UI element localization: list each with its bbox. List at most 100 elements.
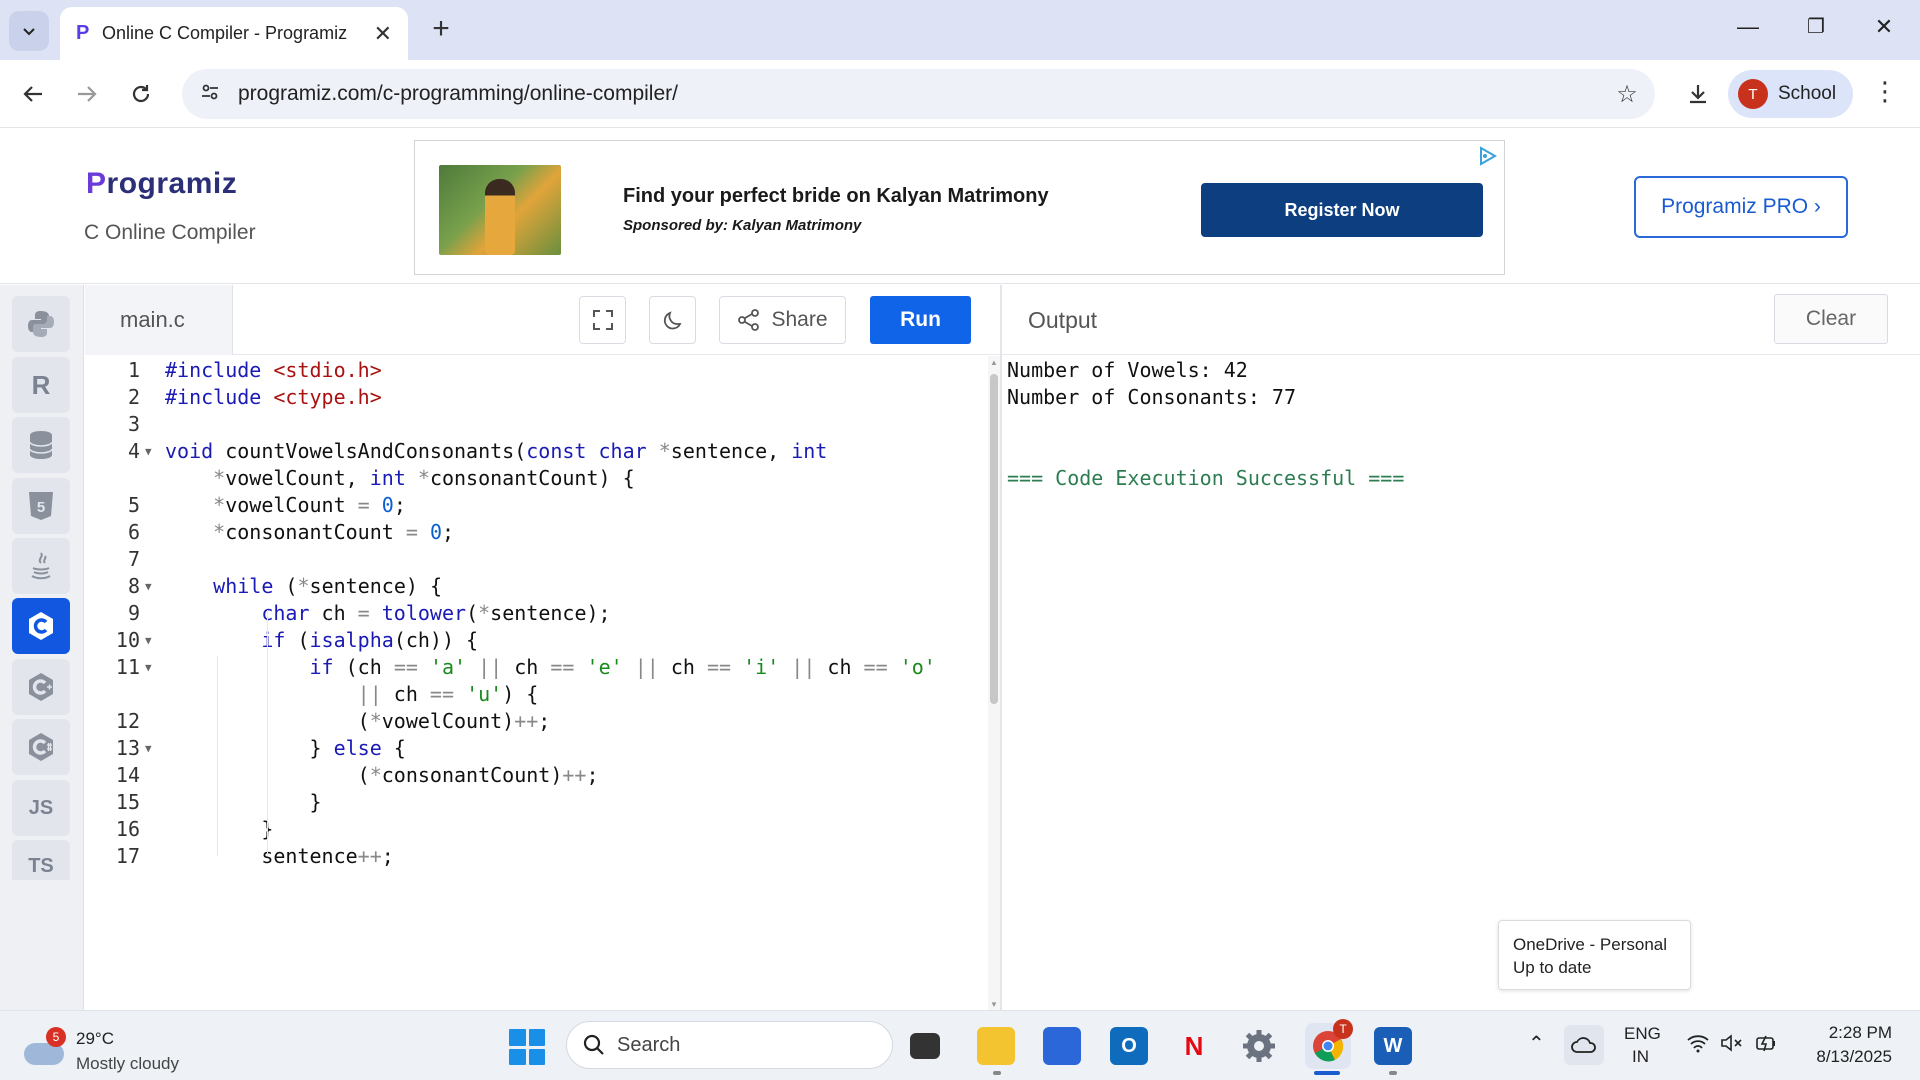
temperature: 29°C xyxy=(76,1029,114,1048)
scrollbar-thumb[interactable] xyxy=(990,374,998,704)
volume-muted-icon[interactable] xyxy=(1720,1033,1744,1058)
site-info-icon[interactable] xyxy=(182,82,238,107)
arrow-right-icon xyxy=(78,86,97,102)
code-line[interactable]: (*consonantCount)++; xyxy=(165,763,599,787)
code-line[interactable]: *vowelCount, int *consonantCount) { xyxy=(165,466,634,490)
line-number: 8 xyxy=(127,574,140,598)
bookmark-star-icon[interactable]: ☆ xyxy=(1599,80,1655,109)
minimize-button[interactable]: — xyxy=(1728,14,1768,40)
file-explorer-icon[interactable] xyxy=(977,1027,1015,1065)
csharp-icon xyxy=(29,733,53,761)
code-line[interactable]: } xyxy=(165,790,321,814)
lang-html[interactable]: 5 xyxy=(12,478,70,534)
wifi-icon[interactable] xyxy=(1686,1033,1710,1058)
taskbar-search[interactable]: Search xyxy=(566,1021,893,1069)
close-window-button[interactable]: ✕ xyxy=(1864,14,1904,40)
code-line[interactable]: if (isalpha(ch)) { xyxy=(165,628,478,652)
reload-button[interactable] xyxy=(123,76,159,112)
programiz-pro-button[interactable]: Programiz PRO › xyxy=(1634,176,1848,238)
lang-cpp[interactable] xyxy=(12,659,70,715)
code-line[interactable]: } xyxy=(165,817,273,841)
tab-search-button[interactable] xyxy=(9,11,49,51)
share-label: Share xyxy=(771,308,828,331)
code-line[interactable]: (*vowelCount)++; xyxy=(165,709,551,733)
run-button[interactable]: Run xyxy=(870,296,971,344)
netflix-icon[interactable]: N xyxy=(1175,1027,1213,1065)
ad-headline[interactable]: Find your perfect bride on Kalyan Matrim… xyxy=(623,185,1049,208)
browser-menu-icon[interactable]: ⋮ xyxy=(1870,76,1900,107)
task-view-icon[interactable] xyxy=(910,1033,940,1059)
close-tab-icon[interactable]: ✕ xyxy=(374,21,392,47)
input-region[interactable]: IN xyxy=(1632,1047,1649,1067)
database-icon xyxy=(29,431,53,459)
code-line[interactable]: if (ch == 'a' || ch == 'e' || ch == 'i' … xyxy=(165,655,936,679)
line-number: 11 xyxy=(115,655,140,679)
fold-toggle-icon[interactable]: ▼ xyxy=(145,742,152,755)
code-line[interactable]: void countVowelsAndConsonants(const char… xyxy=(165,439,827,463)
line-number: 16 xyxy=(115,817,140,841)
new-tab-button[interactable]: + xyxy=(424,12,458,46)
dark-mode-button[interactable] xyxy=(649,296,696,344)
microsoft-store-icon[interactable] xyxy=(1043,1027,1081,1065)
code-line[interactable]: } else { xyxy=(165,736,405,760)
clock-time: 2:28 PM xyxy=(1828,1023,1892,1042)
lang-sql[interactable] xyxy=(12,417,70,473)
fold-toggle-icon[interactable]: ▼ xyxy=(145,634,152,647)
app-window: P Online C Compiler - Programiz ✕ + — ❐ … xyxy=(0,0,1920,1080)
ad-register-button[interactable]: Register Now xyxy=(1201,183,1483,237)
start-button[interactable] xyxy=(509,1029,545,1065)
browser-tab[interactable]: P Online C Compiler - Programiz ✕ xyxy=(60,7,408,60)
input-language[interactable]: ENG xyxy=(1624,1024,1661,1044)
settings-gear-icon[interactable] xyxy=(1240,1027,1278,1065)
fullscreen-button[interactable] xyxy=(579,296,626,344)
restore-button[interactable]: ❐ xyxy=(1796,14,1836,39)
lang-javascript[interactable]: JS xyxy=(12,780,70,836)
fold-toggle-icon[interactable]: ▼ xyxy=(145,580,152,593)
system-clock[interactable]: 2:28 PM 8/13/2025 xyxy=(1806,1021,1892,1069)
ad-image[interactable] xyxy=(439,165,561,255)
show-hidden-icons-chevron-up-icon[interactable]: ⌃ xyxy=(1528,1031,1545,1056)
url-text[interactable]: programiz.com/c-programming/online-compi… xyxy=(238,82,1599,106)
code-editor[interactable]: 1 #include <stdio.h> 2 #include <ctype.h> 3 4… xyxy=(85,356,985,1011)
lang-r[interactable]: R xyxy=(12,357,70,413)
onedrive-icon[interactable] xyxy=(1564,1025,1604,1065)
back-button[interactable] xyxy=(15,76,51,112)
weather-widget[interactable]: 5 29°C Mostly cloudy xyxy=(24,1021,204,1073)
code-line[interactable]: #include <ctype.h> xyxy=(165,385,382,409)
line-number: 17 xyxy=(115,844,140,868)
weather-description: Mostly cloudy xyxy=(76,1054,179,1073)
line-number: 10 xyxy=(115,628,140,652)
arrow-left-icon xyxy=(23,86,42,102)
address-bar[interactable]: programiz.com/c-programming/online-compi… xyxy=(182,69,1655,119)
pane-divider[interactable] xyxy=(1000,285,1002,1010)
code-line[interactable]: while (*sentence) { xyxy=(165,574,442,598)
share-button[interactable]: Share xyxy=(719,296,846,344)
file-tab[interactable]: main.c xyxy=(85,285,233,355)
word-icon[interactable]: W xyxy=(1374,1027,1412,1065)
ad-banner[interactable]: Find your perfect bride on Kalyan Matrim… xyxy=(414,140,1505,275)
lang-python[interactable] xyxy=(12,296,70,352)
code-line[interactable]: #include <stdio.h> xyxy=(165,358,382,382)
lang-c[interactable] xyxy=(12,598,70,654)
editor-scrollbar[interactable]: ▲ ▼ xyxy=(988,356,1000,1011)
lang-csharp[interactable] xyxy=(12,719,70,775)
lang-java[interactable] xyxy=(12,538,70,594)
code-line[interactable]: *consonantCount = 0; xyxy=(165,520,454,544)
outlook-icon[interactable]: O xyxy=(1110,1027,1148,1065)
lang-typescript[interactable]: TS xyxy=(12,840,70,880)
code-line[interactable]: sentence++; xyxy=(165,844,393,868)
clear-button[interactable]: Clear xyxy=(1774,294,1888,344)
code-line[interactable]: char ch = tolower(*sentence); xyxy=(165,601,610,625)
battery-charging-icon[interactable] xyxy=(1754,1033,1778,1058)
toast-status: Up to date xyxy=(1513,958,1592,977)
forward-button[interactable] xyxy=(69,76,105,112)
code-line[interactable]: *vowelCount = 0; xyxy=(165,493,406,517)
code-line[interactable]: || ch == 'u') { xyxy=(165,682,539,706)
profile-button[interactable]: T School xyxy=(1728,70,1853,118)
adchoices-icon[interactable] xyxy=(1476,145,1498,172)
onedrive-notification[interactable]: OneDrive - Personal Up to date xyxy=(1498,920,1691,990)
fold-toggle-icon[interactable]: ▼ xyxy=(145,661,152,674)
downloads-button[interactable] xyxy=(1676,72,1720,116)
programiz-logo[interactable]: Programiz xyxy=(86,167,237,201)
fold-toggle-icon[interactable]: ▼ xyxy=(145,445,152,458)
